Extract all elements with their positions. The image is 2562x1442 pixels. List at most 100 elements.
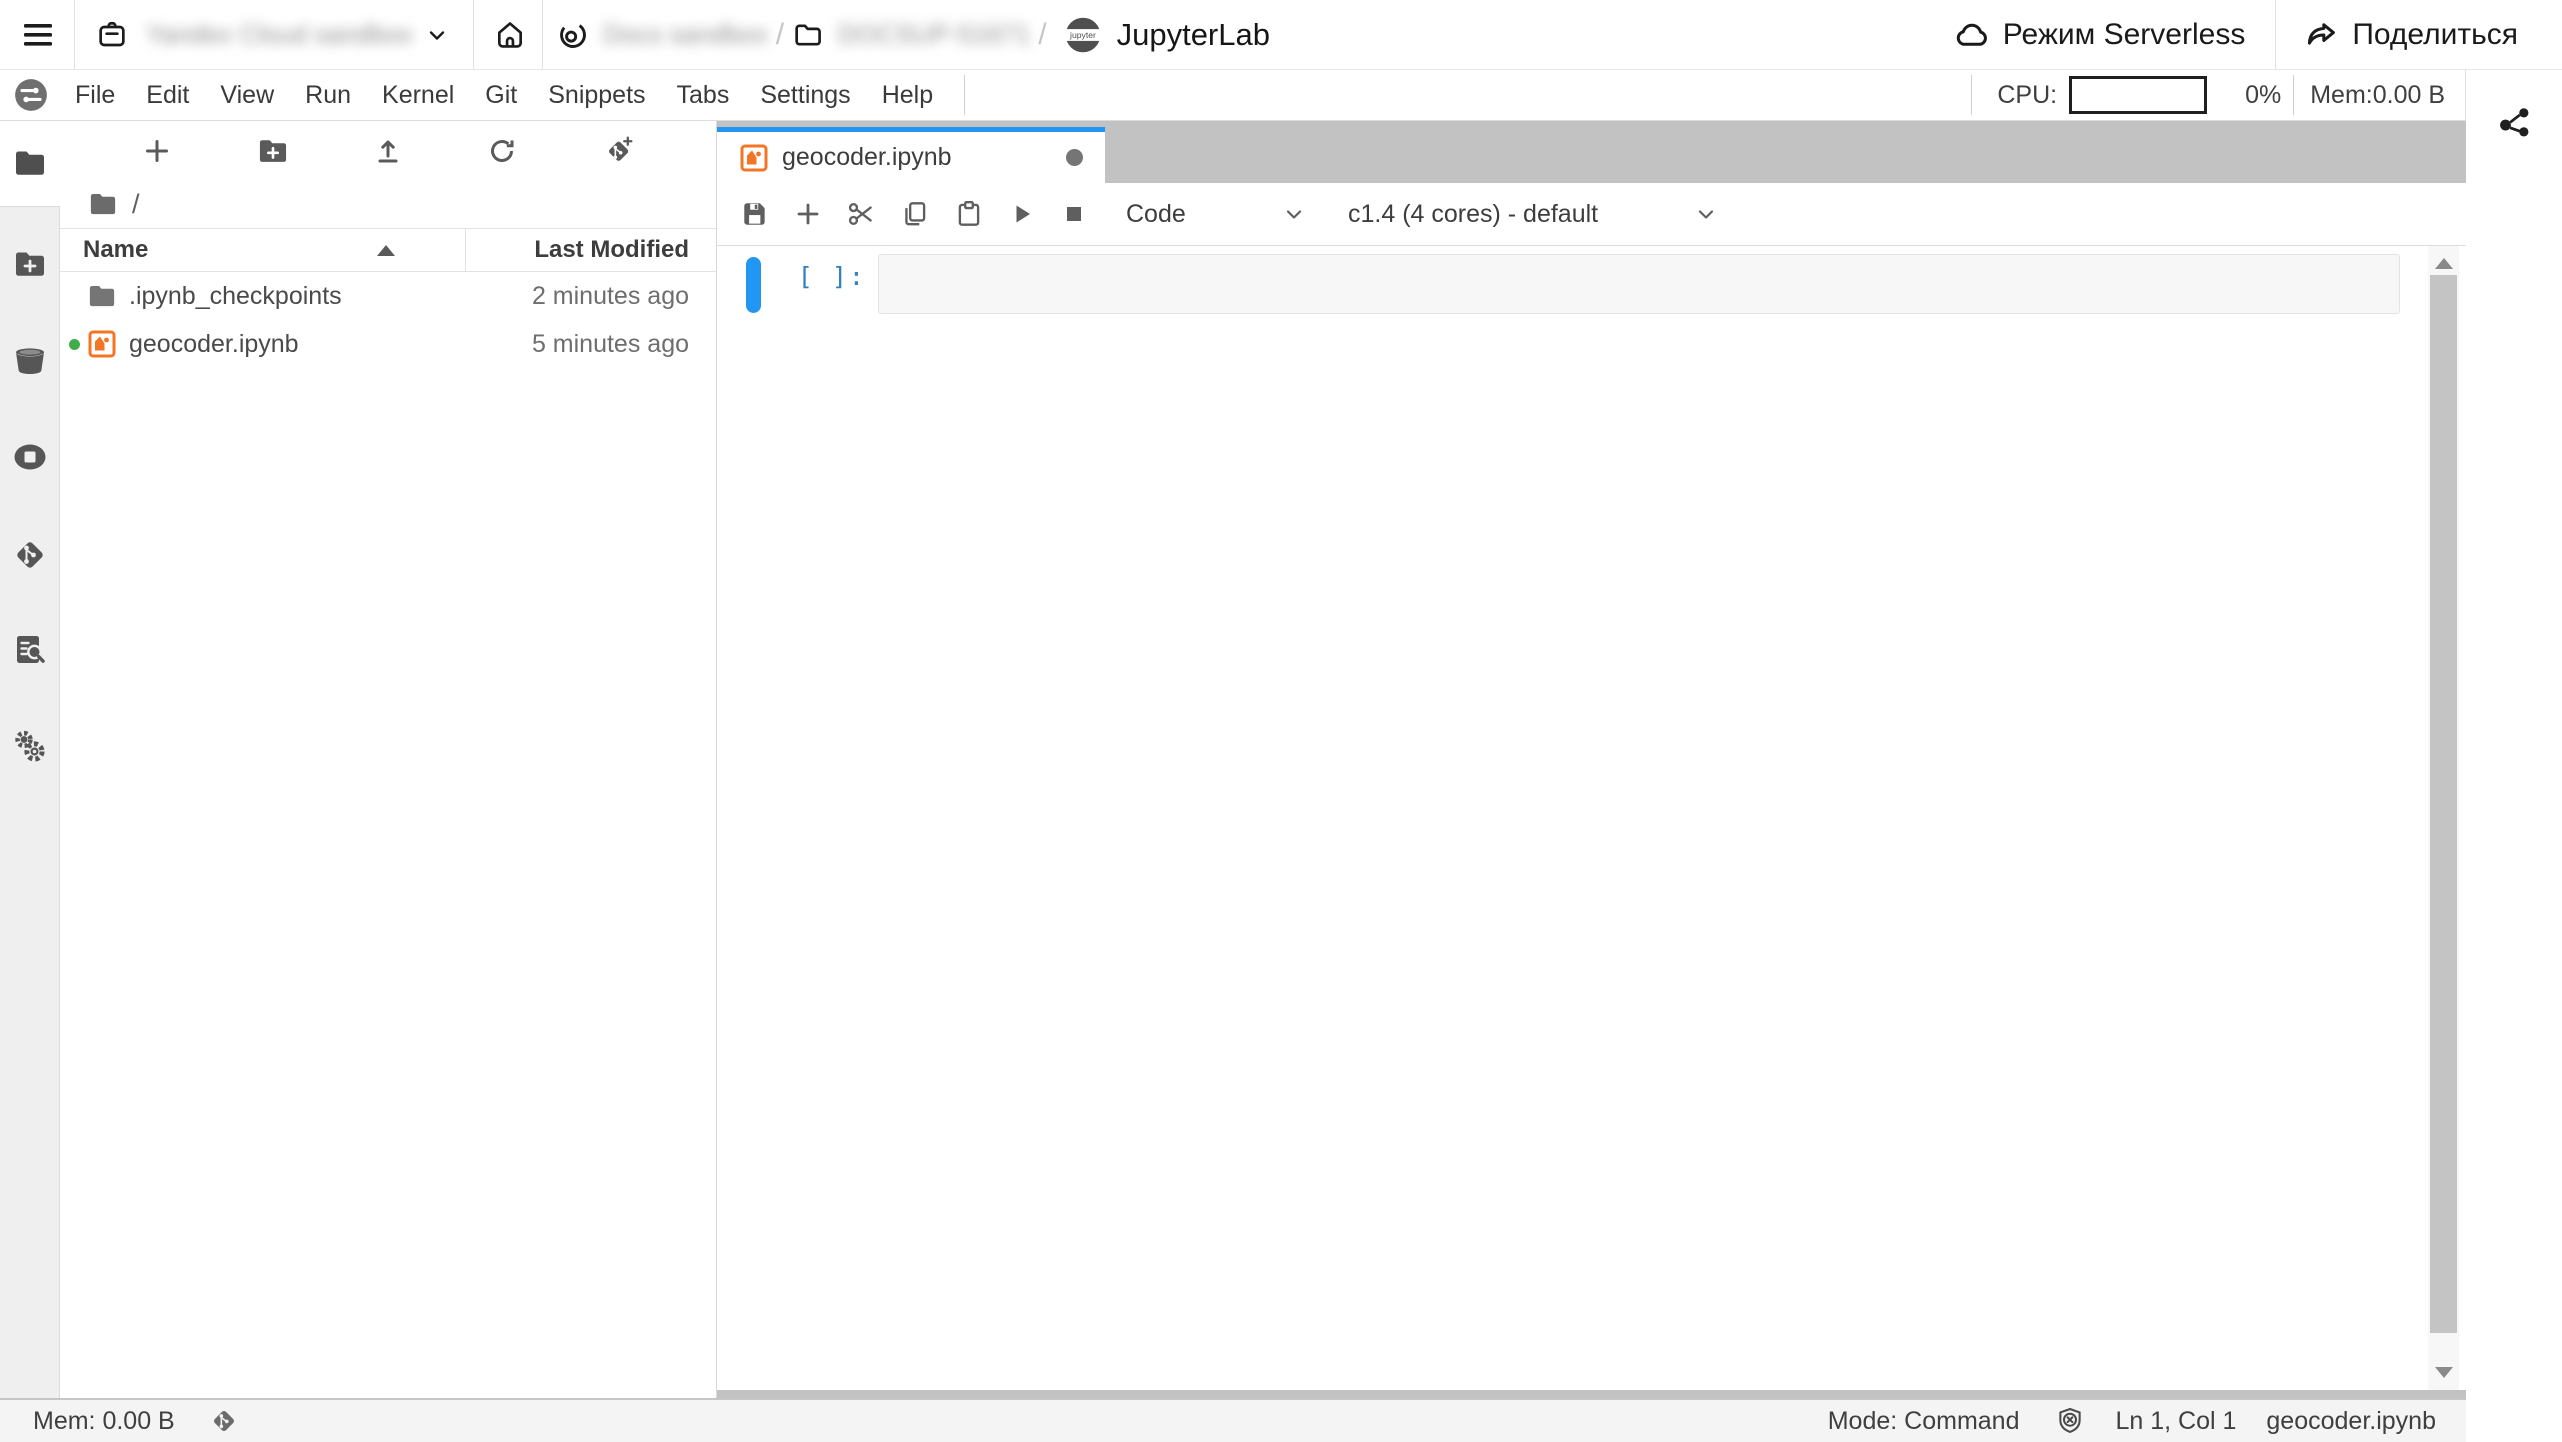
menu-edit[interactable]: Edit: [146, 81, 189, 110]
right-side-strip: [2466, 70, 2562, 1442]
column-name[interactable]: Name: [83, 236, 148, 264]
run-cell-icon[interactable]: [1008, 200, 1036, 228]
root-folder-icon[interactable]: [88, 191, 118, 217]
new-folder-icon[interactable]: [257, 137, 289, 165]
cursor-position[interactable]: Ln 1, Col 1: [2115, 1407, 2236, 1436]
tab-bar: geocoder.ipynb: [717, 121, 2466, 183]
file-name: geocoder.ipynb: [129, 330, 299, 359]
refresh-icon[interactable]: [487, 136, 517, 166]
datasphere-ring-icon: [557, 19, 589, 51]
cell-code-editor[interactable]: [878, 254, 2400, 314]
workspace-selector-label[interactable]: Yandex Cloud sandbox: [146, 19, 413, 50]
share-graph-icon[interactable]: [2496, 102, 2534, 145]
topbar-divider: [473, 0, 474, 69]
menu-kernel[interactable]: Kernel: [382, 81, 454, 110]
menu-tabs[interactable]: Tabs: [677, 81, 730, 110]
stop-kernel-icon[interactable]: [1060, 200, 1088, 228]
file-name: .ipynb_checkpoints: [129, 282, 342, 311]
share-arrow-icon: [2304, 17, 2340, 53]
sort-ascending-icon[interactable]: [377, 245, 395, 256]
cell-type-dropdown[interactable]: Code: [1126, 200, 1306, 229]
scrollbar-thumb[interactable]: [2430, 275, 2457, 1333]
scroll-down-arrow[interactable]: [2435, 1367, 2453, 1378]
share-button[interactable]: Поделиться: [2304, 17, 2518, 53]
save-icon[interactable]: [740, 199, 770, 229]
new-launcher-plus-icon[interactable]: [142, 136, 172, 166]
hamburger-menu-icon[interactable]: [22, 20, 54, 50]
topbar-divider: [74, 0, 75, 69]
kernel-name: c1.4 (4 cores) - default: [1348, 200, 1598, 229]
cut-cells-icon[interactable]: [846, 199, 876, 229]
menu-snippets[interactable]: Snippets: [548, 81, 645, 110]
menu-git[interactable]: Git: [485, 81, 517, 110]
file-row-geocoder[interactable]: geocoder.ipynb 5 minutes ago: [60, 320, 716, 368]
paste-cells-icon[interactable]: [954, 199, 984, 229]
column-last-modified[interactable]: Last Modified: [437, 236, 689, 264]
share-label: Поделиться: [2352, 18, 2518, 52]
add-cell-icon[interactable]: [794, 200, 822, 228]
cell-type-value: Code: [1126, 200, 1186, 229]
upload-icon[interactable]: [373, 136, 403, 166]
topbar-divider: [2275, 0, 2276, 69]
svg-text:jupyter: jupyter: [1069, 30, 1096, 40]
menu-file[interactable]: File: [75, 81, 115, 110]
settings-gears-icon[interactable]: [12, 728, 48, 769]
git-icon[interactable]: [12, 537, 48, 578]
folder-icon: [87, 283, 117, 309]
cell-collapser[interactable]: [746, 257, 761, 313]
tab-title: geocoder.ipynb: [782, 143, 952, 172]
shared-folder-plus-icon[interactable]: [13, 249, 47, 284]
s3-bucket-icon[interactable]: [13, 345, 47, 382]
breadcrumb-root[interactable]: /: [132, 189, 140, 220]
scroll-up-arrow[interactable]: [2435, 258, 2453, 269]
file-row-checkpoints[interactable]: .ipynb_checkpoints 2 minutes ago: [60, 272, 716, 320]
file-browser-panel: / Name Last Modified .ipynb_checkpoints …: [60, 121, 717, 1398]
menu-settings[interactable]: Settings: [760, 81, 850, 110]
active-filename[interactable]: geocoder.ipynb: [2266, 1407, 2436, 1436]
notebook-content: [ ]:: [717, 246, 2466, 1390]
serverless-mode-button[interactable]: Режим Serverless: [1955, 17, 2246, 53]
copy-cells-icon[interactable]: [900, 199, 930, 229]
file-browser-icon[interactable]: [13, 148, 47, 183]
memory-usage: Mem: 0.00 B: [33, 1407, 175, 1436]
datasphere-logo-icon: [13, 77, 49, 113]
git-status-icon[interactable]: [209, 1406, 239, 1436]
kernel-dropdown[interactable]: c1.4 (4 cores) - default: [1348, 200, 1718, 229]
chevron-down-icon: [1282, 202, 1306, 226]
app-title: JupyterLab: [1117, 17, 1270, 53]
git-clone-icon[interactable]: [602, 135, 634, 167]
menubar-divider: [1971, 75, 1972, 115]
breadcrumb-project[interactable]: Docs sandbox: [603, 19, 768, 50]
menu-run[interactable]: Run: [305, 81, 351, 110]
column-divider: [465, 229, 466, 271]
breadcrumb-folder[interactable]: DOCSUP-51671: [838, 19, 1030, 50]
folder-icon: [792, 19, 824, 51]
menu-help[interactable]: Help: [882, 81, 933, 110]
unsaved-changes-dot[interactable]: [1066, 149, 1083, 166]
breadcrumb-separator: /: [1030, 18, 1054, 52]
running-kernels-stop-icon[interactable]: [12, 442, 48, 477]
top-bar: Yandex Cloud sandbox Docs sandbox / DOCS…: [0, 0, 2562, 70]
home-icon[interactable]: [494, 19, 526, 51]
shield-x-icon[interactable]: [2055, 1406, 2085, 1436]
notebook-file-icon: [739, 143, 769, 173]
screen: Yandex Cloud sandbox Docs sandbox / DOCS…: [0, 0, 2562, 1442]
cpu-percent: 0%: [2245, 81, 2281, 110]
file-browser-breadcrumb: /: [60, 180, 716, 228]
file-modified: 2 minutes ago: [532, 282, 689, 311]
file-list-header: Name Last Modified: [60, 228, 716, 272]
notebook-scrollbar[interactable]: [2428, 246, 2459, 1390]
jupyter-logo-icon: jupyter: [1063, 15, 1103, 55]
file-browser-toolbar: [60, 121, 716, 180]
chevron-down-icon[interactable]: [425, 23, 449, 47]
tab-geocoder-ipynb[interactable]: geocoder.ipynb: [717, 127, 1105, 183]
catalog-search-icon[interactable]: [13, 633, 47, 672]
editor-mode[interactable]: Mode: Command: [1828, 1407, 2020, 1436]
cpu-usage-bar: [2069, 76, 2207, 114]
status-bar: Mem: 0.00 B Mode: Command Ln 1, Col 1 ge…: [0, 1398, 2466, 1442]
chevron-down-icon: [1694, 202, 1718, 226]
kernel-running-dot: [69, 339, 80, 350]
menu-view[interactable]: View: [220, 81, 274, 110]
file-modified: 5 minutes ago: [532, 330, 689, 359]
menubar-divider: [2293, 75, 2294, 115]
